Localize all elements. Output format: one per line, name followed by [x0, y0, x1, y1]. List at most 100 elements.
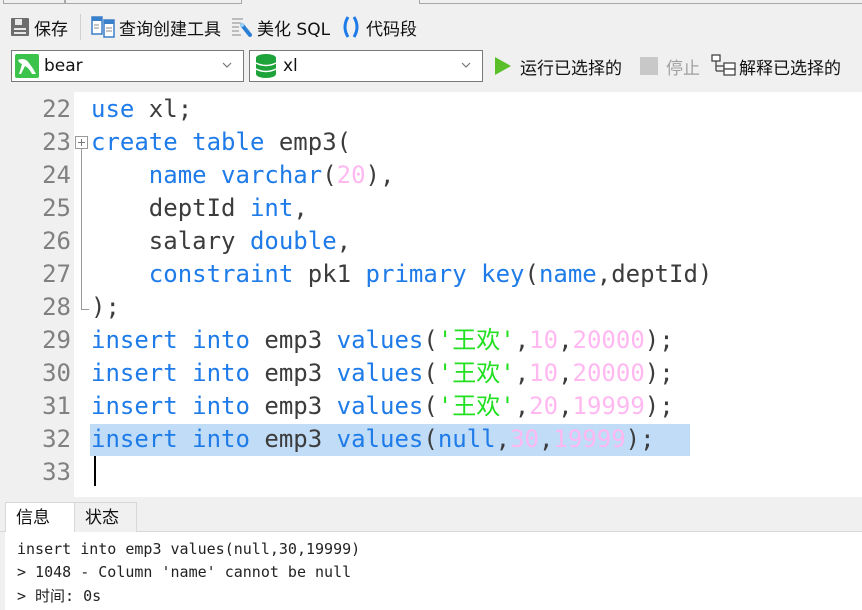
- top-panel-edge: [3, 0, 65, 4]
- code-text: insert into emp3 values('王欢',10,20000);: [91, 324, 674, 357]
- code-text: insert into emp3 values('王欢',10,20000);: [91, 357, 674, 390]
- sql-text: ,: [514, 392, 530, 420]
- connection-toolbar: bear xl 运行已选择的 停止 解释已选择的: [0, 48, 862, 84]
- message-time: > 时间: 0s: [17, 587, 102, 605]
- sql-text: xl;: [134, 95, 193, 123]
- sql-text: (: [423, 425, 438, 453]
- code-text: insert into emp3 values(null,30,19999);: [91, 423, 655, 456]
- sql-keyword: double: [249, 227, 337, 255]
- code-line[interactable]: 26 salary double,: [4, 225, 862, 258]
- code-text: salary double,: [91, 225, 351, 258]
- line-number: 27: [42, 260, 71, 288]
- line-number: 23: [42, 128, 71, 156]
- code-line[interactable]: 32 insert into emp3 values(null,30,19999)…: [4, 423, 862, 456]
- code-line[interactable]: 22 use xl;: [4, 93, 862, 126]
- sql-text: ,: [495, 425, 511, 453]
- sql-text: (: [322, 161, 337, 189]
- sql-text: );: [625, 425, 655, 453]
- sql-keyword: values: [336, 392, 424, 420]
- line-number: 22: [42, 95, 71, 123]
- sql-text: emp3: [249, 326, 337, 354]
- beautify-sql-button[interactable]: 美化 SQL: [229, 13, 332, 41]
- sql-number: 20: [529, 392, 559, 420]
- toolbar-separator: [80, 14, 81, 40]
- code-line[interactable]: 24 name varchar(20),: [4, 159, 862, 192]
- beautify-sql-label: 美化 SQL: [257, 19, 331, 40]
- sql-text: ,: [293, 194, 308, 222]
- sql-keyword: insert into: [91, 359, 250, 387]
- code-text: constraint pk1 primary key(name,deptId): [91, 258, 713, 291]
- code-snippet-icon: [343, 16, 359, 38]
- database-select[interactable]: xl: [249, 50, 483, 82]
- sql-text: emp3: [249, 359, 337, 387]
- sql-text: );: [644, 326, 674, 354]
- line-number: 33: [42, 458, 71, 486]
- code-line[interactable]: 28);: [4, 291, 862, 324]
- play-icon: [495, 57, 511, 75]
- code-line[interactable]: 33: [4, 456, 862, 489]
- explain-selected-button[interactable]: 解释已选择的: [711, 50, 841, 82]
- line-number: 30: [42, 359, 71, 387]
- chevron-down-icon[interactable]: [460, 59, 472, 71]
- sql-text: ,deptId): [596, 260, 713, 288]
- database-value: xl: [283, 56, 298, 76]
- sql-text: ,: [336, 227, 352, 255]
- chevron-down-icon[interactable]: [221, 59, 233, 71]
- sql-number: 20000: [572, 359, 645, 387]
- sql-text: ),: [365, 161, 395, 189]
- sql-string: '王欢': [437, 326, 515, 354]
- code-line[interactable]: 30 insert into emp3 values('王欢',10,20000)…: [4, 357, 862, 390]
- code-snippet-label: 代码段: [366, 19, 418, 40]
- sql-keyword: insert into: [91, 326, 250, 354]
- tab-status[interactable]: 状态: [75, 502, 137, 533]
- sql-text: );: [644, 392, 674, 420]
- line-number: 28: [42, 293, 71, 321]
- explain-selected-label: 解释已选择的: [739, 58, 841, 79]
- code-line[interactable]: 25 deptId int,: [4, 192, 862, 225]
- sql-text: emp3(: [264, 128, 352, 156]
- stop-button[interactable]: 停止: [640, 50, 700, 82]
- beautify-sql-icon: [232, 18, 252, 37]
- message-error: > 1048 - Column 'name' cannot be null: [17, 563, 352, 581]
- sql-string: '王欢': [437, 359, 515, 387]
- code-line[interactable]: 29 insert into emp3 values('王欢',10,20000)…: [4, 324, 862, 357]
- sql-text: emp3: [249, 392, 337, 420]
- explain-icon: [711, 54, 736, 76]
- text-caret: [94, 456, 96, 486]
- code-line[interactable]: 23 create table emp3(: [4, 126, 862, 159]
- sql-keyword: int: [249, 194, 294, 222]
- sql-number: 20: [336, 161, 366, 189]
- sql-text: (: [524, 260, 539, 288]
- sql-text: );: [91, 293, 120, 321]
- connection-select[interactable]: bear: [11, 50, 244, 82]
- run-selected-label: 运行已选择的: [520, 58, 622, 79]
- stop-label: 停止: [666, 58, 700, 79]
- code-text: name varchar(20),: [91, 159, 395, 192]
- result-tabs: 信息 状态: [0, 500, 862, 533]
- tab-info[interactable]: 信息: [5, 502, 75, 533]
- save-button[interactable]: 保存: [8, 13, 70, 41]
- sql-keyword: null: [437, 425, 496, 453]
- sql-keyword: constraint: [148, 260, 294, 288]
- line-number: 26: [42, 227, 71, 255]
- top-panel-edge: [65, 0, 242, 4]
- code-line[interactable]: 27 constraint pk1 primary key(name,deptI…: [4, 258, 862, 291]
- sql-text: );: [644, 359, 674, 387]
- save-icon: [11, 18, 29, 36]
- line-number: 31: [42, 392, 71, 420]
- sql-text: (: [423, 326, 438, 354]
- sql-text: ,: [558, 326, 573, 354]
- sql-keyword: values: [336, 425, 424, 453]
- code-line[interactable]: 31 insert into emp3 values('王欢',20,19999)…: [4, 390, 862, 423]
- sql-keyword: values: [336, 326, 424, 354]
- sql-editor[interactable]: 22 use xl; 23 create table emp3(24 name var…: [4, 92, 862, 497]
- sql-number: 19999: [572, 392, 645, 420]
- sql-text: (: [423, 359, 438, 387]
- code-snippet-button[interactable]: 代码段: [338, 13, 419, 41]
- query-builder-button[interactable]: 查询创建工具: [89, 13, 223, 41]
- code-text: insert into emp3 values('王欢',20,19999);: [91, 390, 674, 423]
- query-builder-icon: [91, 16, 115, 38]
- run-selected-button[interactable]: 运行已选择的: [494, 50, 622, 82]
- sql-text: ,: [514, 326, 530, 354]
- sql-keyword: name varchar: [148, 161, 323, 189]
